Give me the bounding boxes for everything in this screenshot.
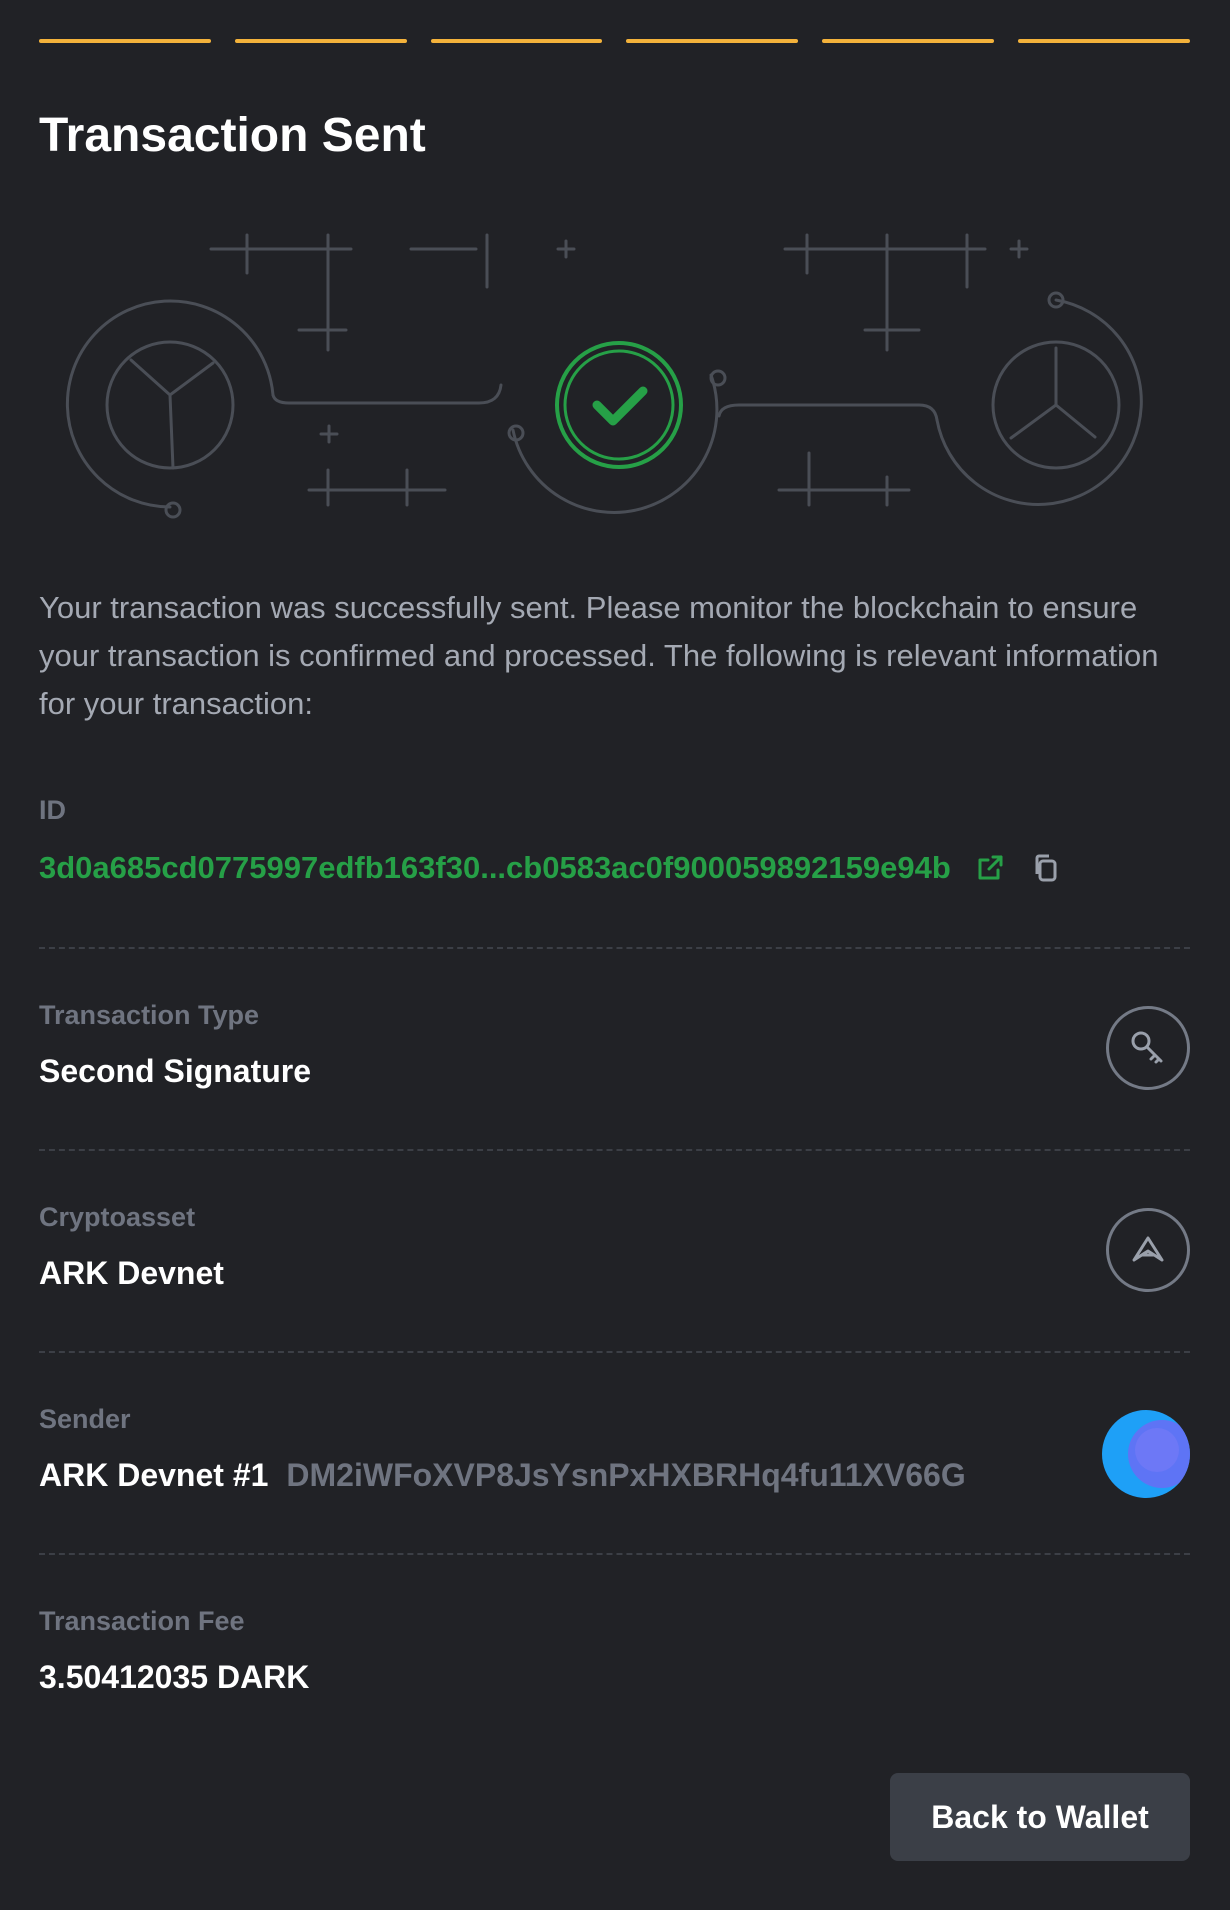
step-indicator <box>1018 39 1190 43</box>
transaction-type-section: Transaction Type Second Signature <box>39 1000 1190 1090</box>
id-label: ID <box>39 795 66 825</box>
transaction-type-value: Second Signature <box>39 1053 312 1089</box>
copy-icon[interactable] <box>1029 851 1063 885</box>
cryptoasset-label: Cryptoasset <box>39 1202 196 1232</box>
divider <box>39 1149 1190 1151</box>
back-to-wallet-button[interactable]: Back to Wallet <box>890 1773 1190 1861</box>
step-indicator <box>39 39 211 43</box>
transaction-id-link[interactable]: 3d0a685cd0775997edfb163f30...cb0583ac0f9… <box>39 850 951 886</box>
step-progress <box>39 39 1190 43</box>
decor-lines <box>209 233 1029 507</box>
cryptoasset-value: ARK Devnet <box>39 1255 224 1291</box>
step-indicator <box>430 39 603 43</box>
sender-address: DM2iWFoXVP8JsYsnPxHXBRHq4fu11XV66G <box>286 1457 966 1493</box>
transaction-id-section: ID 3d0a685cd0775997edfb163f30...cb0583ac… <box>39 795 1190 886</box>
transaction-sent-illustration <box>65 233 1143 519</box>
sender-info: ARK Devnet #1 DM2iWFoXVP8JsYsnPxHXBRHq4fu… <box>39 1457 1190 1494</box>
success-description: Your transaction was successfully sent. … <box>39 590 1159 721</box>
transaction-type-label: Transaction Type <box>39 1000 260 1030</box>
step-indicator <box>626 39 799 43</box>
external-link-icon[interactable] <box>973 851 1007 885</box>
avatar <box>1102 1410 1190 1498</box>
transaction-fee-value: 3.50412035 DARK <box>39 1659 310 1695</box>
transaction-fee-label: Transaction Fee <box>39 1606 245 1636</box>
step-indicator <box>822 39 995 43</box>
key-icon <box>1106 1006 1190 1090</box>
success-check-icon <box>555 341 683 469</box>
divider <box>39 947 1190 949</box>
transaction-fee-section: Transaction Fee 3.50412035 DARK <box>39 1606 1190 1696</box>
divider <box>39 1351 1190 1353</box>
step-indicator <box>234 39 407 43</box>
page-title: Transaction Sent <box>39 109 426 162</box>
ark-logo-icon <box>1106 1208 1190 1292</box>
sender-section: Sender ARK Devnet #1 DM2iWFoXVP8JsYsnPxHX… <box>39 1404 1190 1498</box>
sender-label: Sender <box>39 1404 131 1434</box>
divider <box>39 1553 1190 1555</box>
cryptoasset-section: Cryptoasset ARK Devnet <box>39 1202 1190 1292</box>
sender-wallet-name: ARK Devnet #1 <box>39 1457 269 1493</box>
